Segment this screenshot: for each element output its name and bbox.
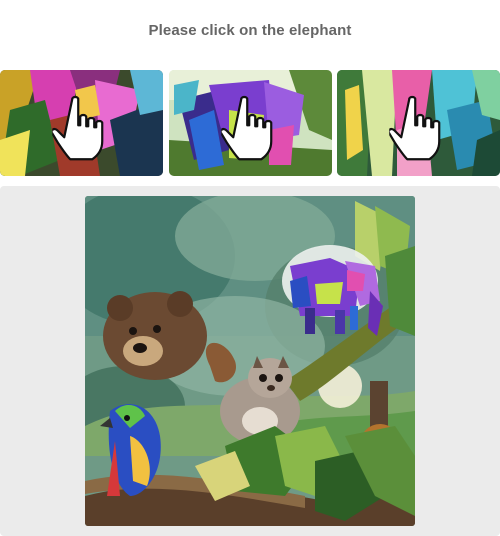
choice-tile-3[interactable] [337,70,500,176]
choice-tile-1[interactable] [0,70,163,176]
challenge-panel [0,186,500,536]
choice-tiles [0,70,500,176]
hand-pointer-icon [51,95,103,161]
choice-tile-2[interactable] [169,70,332,176]
jungle-scene [85,196,415,526]
captcha-widget: Please click on the elephant [0,0,500,536]
challenge-prompt: Please click on the elephant [148,22,352,39]
challenge-scene-image[interactable] [85,196,415,526]
bear-figure [103,291,207,380]
hand-pointer-icon [220,95,272,161]
hand-pointer-icon [388,95,440,161]
